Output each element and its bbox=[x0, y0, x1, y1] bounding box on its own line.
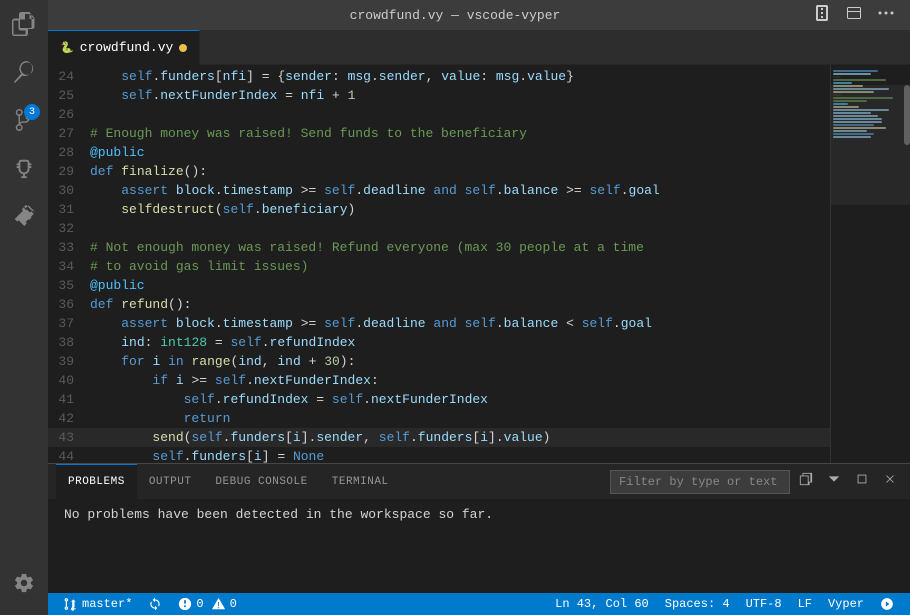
window-title: crowdfund.vy — vscode-vyper bbox=[350, 8, 561, 23]
minimap-line bbox=[833, 82, 852, 84]
branch-icon bbox=[64, 597, 78, 611]
code-line-25: 25 self.nextFunderIndex = nfi + 1 bbox=[48, 86, 830, 105]
toggle-panel-button[interactable] bbox=[842, 3, 866, 27]
main-area: crowdfund.vy — vscode-vyper 🐍 crowdfund.… bbox=[48, 0, 910, 615]
language-mode: Vyper bbox=[828, 597, 864, 611]
panel-content: No problems have been detected in the wo… bbox=[48, 499, 910, 593]
code-line-32: 32 bbox=[48, 219, 830, 238]
minimap-viewport bbox=[831, 85, 910, 205]
editor[interactable]: 24 self.funders[nfi] = {sender: msg.send… bbox=[48, 65, 830, 463]
code-line-42: 42 return bbox=[48, 409, 830, 428]
code-line-29: 29 def finalize(): bbox=[48, 162, 830, 181]
extensions-icon bbox=[13, 205, 35, 227]
code-line-39: 39 for i in range(ind, ind + 30): bbox=[48, 352, 830, 371]
warning-icon bbox=[212, 597, 226, 611]
settings-icon bbox=[13, 572, 35, 594]
copy-panel-button[interactable] bbox=[794, 470, 818, 493]
tab-bar: 🐍 crowdfund.vy bbox=[48, 30, 910, 65]
code-line-40: 40 if i >= self.nextFunderIndex: bbox=[48, 371, 830, 390]
panel-tab-output[interactable]: OUTPUT bbox=[137, 464, 204, 499]
status-line-ending[interactable]: LF bbox=[790, 593, 820, 615]
code-line-44: 44 self.funders[i] = None bbox=[48, 447, 830, 463]
status-encoding[interactable]: UTF-8 bbox=[738, 593, 790, 615]
warning-count: 0 bbox=[230, 597, 237, 611]
status-position[interactable]: Ln 43, Col 60 bbox=[547, 593, 657, 615]
error-icon bbox=[178, 597, 192, 611]
panel-filter bbox=[610, 470, 902, 494]
minimap-line bbox=[833, 76, 841, 78]
activity-bar: 3 bbox=[0, 0, 48, 615]
files-icon bbox=[12, 12, 36, 36]
code-line-31: 31 selfdestruct(self.beneficiary) bbox=[48, 200, 830, 219]
tab-label: crowdfund.vy bbox=[80, 40, 174, 55]
branch-name: master* bbox=[82, 597, 132, 611]
maximize-panel-button[interactable] bbox=[850, 470, 874, 493]
activity-item-settings[interactable] bbox=[0, 559, 48, 607]
code-line-43: 43 send(self.funders[i].sender, self.fun… bbox=[48, 428, 830, 447]
code-line-27: 27 # Enough money was raised! Send funds… bbox=[48, 124, 830, 143]
status-sync[interactable] bbox=[140, 593, 170, 615]
minimap-line bbox=[833, 79, 886, 81]
indentation: Spaces: 4 bbox=[665, 597, 730, 611]
line-ending: LF bbox=[798, 597, 812, 611]
panel-tab-terminal[interactable]: TERMINAL bbox=[320, 464, 401, 499]
code-line-28: 28 @public bbox=[48, 143, 830, 162]
split-editor-button[interactable] bbox=[810, 3, 834, 27]
tab-filetype-icon: 🐍 bbox=[60, 41, 74, 55]
feedback-icon bbox=[880, 597, 894, 611]
status-spaces[interactable]: Spaces: 4 bbox=[657, 593, 738, 615]
tab-modified-indicator bbox=[179, 44, 187, 52]
panel-tab-debug-console[interactable]: DEBUG CONSOLE bbox=[203, 464, 319, 499]
activity-item-source-control[interactable]: 3 bbox=[0, 96, 48, 144]
code-line-41: 41 self.refundIndex = self.nextFunderInd… bbox=[48, 390, 830, 409]
code-line-36: 36 def refund(): bbox=[48, 295, 830, 314]
cursor-position: Ln 43, Col 60 bbox=[555, 597, 649, 611]
status-bar: master* 0 0 Ln 43, Col 60 Spaces: 4 UTF-… bbox=[48, 593, 910, 615]
code-line-35: 35 @public bbox=[48, 276, 830, 295]
more-actions-button[interactable] bbox=[874, 3, 898, 27]
minimap-line bbox=[833, 70, 878, 72]
activity-item-debug[interactable] bbox=[0, 144, 48, 192]
code-line-38: 38 ind: int128 = self.refundIndex bbox=[48, 333, 830, 352]
search-icon bbox=[13, 61, 35, 83]
file-encoding: UTF-8 bbox=[746, 597, 782, 611]
debug-icon bbox=[13, 157, 35, 179]
status-branch[interactable]: master* bbox=[56, 593, 140, 615]
status-feedback[interactable] bbox=[872, 593, 902, 615]
close-panel-button[interactable] bbox=[878, 470, 902, 493]
collapse-panel-button[interactable] bbox=[822, 470, 846, 493]
title-bar: crowdfund.vy — vscode-vyper bbox=[48, 0, 910, 30]
code-line-34: 34 # to avoid gas limit issues) bbox=[48, 257, 830, 276]
filter-input[interactable] bbox=[610, 470, 790, 494]
panel-tab-problems[interactable]: PROBLEMS bbox=[56, 464, 137, 499]
source-control-badge: 3 bbox=[24, 104, 40, 120]
minimap-line bbox=[833, 73, 871, 75]
sync-icon bbox=[148, 597, 162, 611]
title-bar-actions bbox=[810, 3, 898, 27]
editor-area: 24 self.funders[nfi] = {sender: msg.send… bbox=[48, 65, 910, 463]
status-language[interactable]: Vyper bbox=[820, 593, 872, 615]
activity-item-explorer[interactable] bbox=[0, 0, 48, 48]
activity-item-extensions[interactable] bbox=[0, 192, 48, 240]
status-errors[interactable]: 0 0 bbox=[170, 593, 244, 615]
code-container: 24 self.funders[nfi] = {sender: msg.send… bbox=[48, 65, 830, 463]
activity-item-search[interactable] bbox=[0, 48, 48, 96]
minimap-scrollbar[interactable] bbox=[904, 85, 910, 145]
code-line-37: 37 assert block.timestamp >= self.deadli… bbox=[48, 314, 830, 333]
code-line-33: 33 # Not enough money was raised! Refund… bbox=[48, 238, 830, 257]
tab-crowdfund[interactable]: 🐍 crowdfund.vy bbox=[48, 30, 200, 65]
code-line-30: 30 assert block.timestamp >= self.deadli… bbox=[48, 181, 830, 200]
problems-message: No problems have been detected in the wo… bbox=[64, 507, 493, 522]
minimap[interactable] bbox=[830, 65, 910, 463]
code-line-24: 24 self.funders[nfi] = {sender: msg.send… bbox=[48, 67, 830, 86]
error-count: 0 bbox=[196, 597, 203, 611]
bottom-panel: PROBLEMS OUTPUT DEBUG CONSOLE TERMINAL bbox=[48, 463, 910, 593]
code-line-26: 26 bbox=[48, 105, 830, 124]
panel-tabs: PROBLEMS OUTPUT DEBUG CONSOLE TERMINAL bbox=[48, 464, 910, 499]
